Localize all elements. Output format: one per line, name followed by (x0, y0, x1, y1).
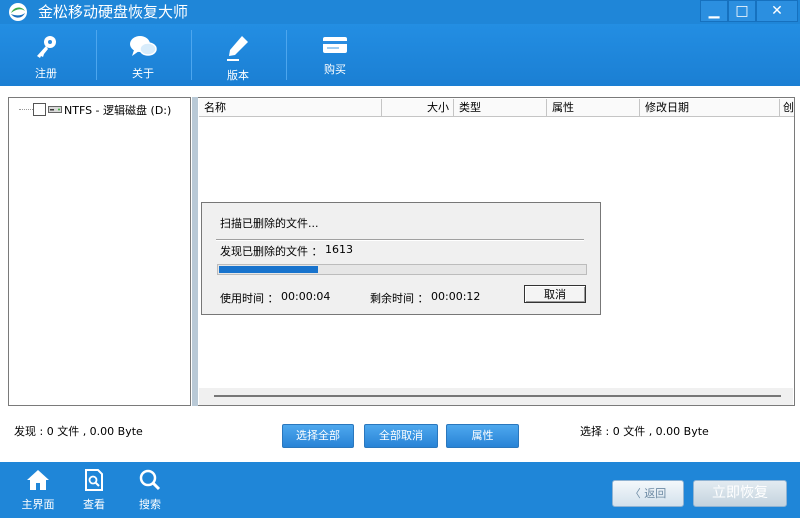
elapsed-time-value: 00:00:04 (281, 290, 331, 303)
remaining-time-value: 00:00:12 (431, 290, 481, 303)
elapsed-time-label: 使用时间 ： (220, 292, 279, 305)
app-logo-icon (9, 3, 27, 21)
tree-node-label: NTFS - 逻辑磁盘 (D:) (64, 104, 172, 117)
back-button-label: 返回 (644, 487, 667, 500)
column-header-type[interactable]: 类型 (454, 99, 547, 117)
properties-button[interactable]: 属性 (446, 424, 519, 448)
tree-node-checkbox[interactable] (33, 103, 46, 116)
horizontal-scrollbar[interactable] (199, 388, 793, 405)
dialog-title: 扫描已删除的文件... (220, 217, 319, 230)
remaining-time-label: 剩余时间 ： (370, 292, 429, 305)
title-bar: 金松移动硬盘恢复大师 ▁ □ ✕ (0, 0, 800, 24)
scan-progress-bar (217, 264, 587, 275)
maximize-button[interactable]: □ (728, 0, 756, 22)
drive-icon (48, 106, 62, 113)
nav-home-label: 主界面 (21, 498, 55, 511)
nav-search-button[interactable]: 搜索 (126, 468, 174, 512)
toolbar-buy-label: 购买 (324, 63, 346, 76)
found-status-text: 发现 : 0 文件 , 0.00 Byte (14, 425, 143, 438)
scrollbar-thumb[interactable] (214, 395, 781, 397)
found-files-label: 发现已删除的文件 ： (220, 245, 323, 258)
found-files-count: 1613 (325, 243, 353, 256)
nav-home-button[interactable]: 主界面 (14, 468, 62, 512)
document-search-icon (85, 469, 103, 491)
pen-icon (227, 36, 248, 61)
restore-now-button[interactable]: 立即恢复 (693, 480, 787, 507)
magnifier-icon (139, 469, 161, 491)
column-header-modified-date[interactable]: 修改日期 (640, 99, 780, 117)
close-button[interactable]: ✕ (756, 0, 798, 22)
card-icon (323, 37, 347, 53)
toolbar-version-label: 版本 (227, 69, 249, 82)
toolbar-version-button[interactable]: 版本 (198, 24, 278, 84)
scan-progress-fill (219, 266, 318, 273)
nav-view-label: 查看 (83, 498, 105, 511)
cancel-scan-button[interactable]: 取消 (524, 285, 586, 303)
column-header-name[interactable]: 名称 (199, 99, 382, 117)
select-all-button[interactable]: 选择全部 (282, 424, 354, 448)
column-header-size[interactable]: 大小 (382, 99, 454, 117)
dialog-divider (216, 239, 584, 241)
toolbar-separator (286, 30, 287, 80)
home-icon (27, 470, 49, 490)
toolbar-buy-button[interactable]: 购买 (295, 24, 375, 84)
drive-tree-panel: NTFS - 逻辑磁盘 (D:) (8, 97, 191, 406)
chevron-left-icon: 〈 (629, 487, 641, 500)
toolbar-separator (96, 30, 97, 80)
chat-bubbles-icon (130, 36, 157, 56)
nav-view-button[interactable]: 查看 (70, 468, 118, 512)
toolbar-separator (191, 30, 192, 80)
window-title: 金松移动硬盘恢复大师 (38, 3, 189, 21)
toolbar-register-label: 注册 (35, 67, 57, 80)
back-button[interactable]: 〈 返回 (612, 480, 684, 507)
selected-status-text: 选择 : 0 文件 , 0.00 Byte (580, 425, 709, 438)
scan-progress-dialog: 扫描已删除的文件... 发现已删除的文件 ： 1613 使用时间 ： 00:00… (201, 202, 601, 315)
column-header-created[interactable]: 创 (780, 99, 794, 117)
column-header-attributes[interactable]: 属性 (547, 99, 640, 117)
toolbar-about-label: 关于 (132, 67, 154, 80)
toolbar-register-button[interactable]: 注册 (6, 24, 86, 84)
toolbar-about-button[interactable]: 关于 (103, 24, 183, 84)
key-icon (37, 36, 56, 58)
tree-node-drive-d[interactable]: NTFS - 逻辑磁盘 (D:) (9, 101, 189, 117)
nav-search-label: 搜索 (139, 498, 161, 511)
deselect-all-button[interactable]: 全部取消 (364, 424, 438, 448)
minimize-button[interactable]: ▁ (700, 0, 728, 22)
